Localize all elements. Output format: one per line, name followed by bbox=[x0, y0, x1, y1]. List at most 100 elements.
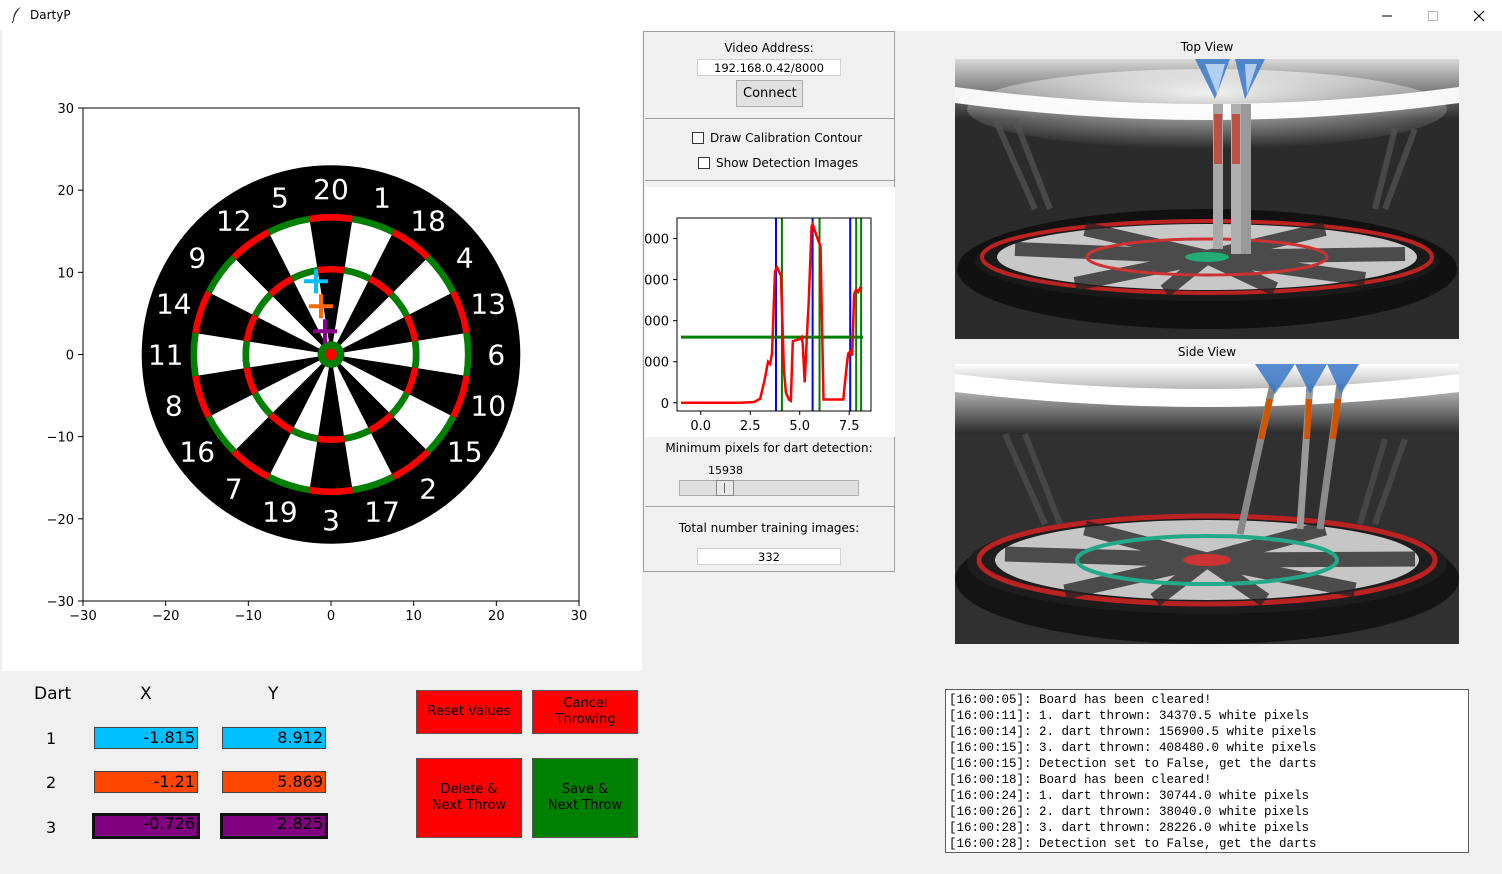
y-tick-label: 000 bbox=[645, 233, 669, 248]
y-tick-label: −10 bbox=[47, 431, 74, 446]
log-line: [16:00:11]: 1. dart thrown: 34370.5 whit… bbox=[949, 709, 1310, 723]
log-line: [16:00:05]: Board has been cleared! bbox=[949, 693, 1212, 707]
dart-3-label: 3 bbox=[46, 818, 57, 837]
x-tick-label: 0.0 bbox=[690, 419, 711, 434]
x-tick-label: 5.0 bbox=[789, 419, 810, 434]
dart-3-x-field[interactable]: -0.726 bbox=[92, 813, 200, 839]
video-address-label: Video Address: bbox=[724, 41, 814, 55]
dart-3-y-field[interactable]: 2.825 bbox=[220, 813, 328, 839]
sector-number-label: 12 bbox=[216, 205, 252, 238]
triple-ring-segment bbox=[317, 266, 345, 274]
draw-calibration-label: Draw Calibration Contour bbox=[710, 131, 863, 145]
separator bbox=[645, 180, 895, 181]
x-tick-label: 7.5 bbox=[839, 419, 860, 434]
log-line: [16:00:24]: 1. dart thrown: 30744.0 whit… bbox=[949, 789, 1310, 803]
y-tick-label: 0 bbox=[66, 349, 74, 364]
connect-button[interactable]: Connect bbox=[736, 80, 803, 107]
sector-number-label: 9 bbox=[188, 241, 206, 274]
y-tick-label: 30 bbox=[57, 102, 74, 117]
dart-2-y-field[interactable]: 5.869 bbox=[222, 771, 326, 793]
sector-number-label: 16 bbox=[179, 436, 215, 469]
top-view-title: Top View bbox=[1180, 40, 1234, 54]
sector-number-label: 15 bbox=[447, 436, 483, 469]
x-tick-label: 0 bbox=[327, 609, 335, 624]
log-line: [16:00:14]: 2. dart thrown: 156900.5 whi… bbox=[949, 725, 1317, 739]
settings-panel: Video Address: Connect Draw Calibration … bbox=[643, 31, 895, 572]
save-next-throw-button[interactable]: Save & Next Throw bbox=[532, 758, 638, 838]
sector-number-label: 10 bbox=[470, 390, 506, 423]
separator bbox=[645, 118, 895, 119]
y-tick-label: −20 bbox=[47, 513, 74, 528]
y-tick-label: 10 bbox=[57, 266, 74, 281]
log-line: [16:00:28]: Detection set to False, get … bbox=[949, 837, 1317, 851]
show-detection-checkbox[interactable] bbox=[698, 157, 710, 169]
y-tick-label: 000 bbox=[645, 356, 669, 371]
triple-ring-segment bbox=[317, 435, 345, 443]
close-button[interactable] bbox=[1456, 0, 1502, 31]
sector-number-label: 7 bbox=[225, 472, 243, 505]
sector-number-label: 20 bbox=[313, 173, 349, 206]
draw-calibration-checkbox[interactable] bbox=[692, 132, 704, 144]
separator bbox=[645, 506, 895, 507]
sector-number-label: 11 bbox=[148, 339, 184, 372]
sector-number-label: 18 bbox=[410, 205, 446, 238]
y-tick-label: −30 bbox=[47, 595, 74, 610]
training-images-count bbox=[697, 548, 841, 565]
x-tick-label: 10 bbox=[405, 609, 422, 624]
log-line: [16:00:18]: Board has been cleared! bbox=[949, 773, 1212, 787]
log-line: [16:00:15]: 3. dart thrown: 408480.0 whi… bbox=[949, 741, 1317, 755]
dart-2-label: 2 bbox=[46, 773, 57, 792]
dart-column-header: Dart bbox=[34, 684, 72, 704]
minimize-button[interactable] bbox=[1364, 0, 1410, 31]
maximize-button[interactable] bbox=[1410, 0, 1456, 31]
top-view-image bbox=[955, 59, 1459, 339]
cancel-throwing-button[interactable]: Cancel Throwing bbox=[532, 690, 638, 734]
bullseye bbox=[325, 348, 337, 361]
y-tick-label: 000 bbox=[645, 274, 669, 289]
x-tick-label: 2.5 bbox=[740, 419, 761, 434]
delete-next-throw-button[interactable]: Delete & Next Throw bbox=[416, 758, 522, 838]
side-view-image bbox=[955, 364, 1459, 644]
reset-values-button[interactable]: Reset Values bbox=[416, 690, 522, 734]
x-tick-label: −10 bbox=[235, 609, 262, 624]
x-tick-label: 30 bbox=[571, 609, 588, 624]
sector-number-label: 17 bbox=[364, 496, 400, 529]
training-images-label: Total number training images: bbox=[678, 521, 860, 535]
sector-number-label: 4 bbox=[456, 241, 474, 274]
min-pixels-slider-track[interactable] bbox=[679, 480, 859, 496]
feather-icon bbox=[11, 7, 21, 24]
dart-1-y-field[interactable]: 8.912 bbox=[222, 727, 326, 749]
x-tick-label: −30 bbox=[69, 609, 96, 624]
detection-chart-panel: 0.0 2.5 5.0 7.5 000 000 000 000 0 bbox=[644, 187, 895, 437]
window-title: DartyP bbox=[30, 8, 71, 22]
sector-number-label: 13 bbox=[470, 287, 506, 320]
video-address-input[interactable] bbox=[697, 59, 841, 76]
log-output[interactable]: [16:00:05]: Board has been cleared! [16:… bbox=[945, 689, 1469, 853]
minimize-icon bbox=[1382, 15, 1392, 16]
y-tick-label: 000 bbox=[645, 315, 669, 330]
outer-single-segment bbox=[418, 333, 465, 376]
outer-single-segment bbox=[197, 333, 244, 376]
log-line: [16:00:15]: Detection set to False, get … bbox=[949, 757, 1317, 771]
sector-number-label: 19 bbox=[262, 496, 298, 529]
side-view-title: Side View bbox=[1177, 345, 1237, 359]
y-column-header: Y bbox=[268, 684, 279, 704]
dart-2-x-field[interactable]: -1.21 bbox=[94, 771, 198, 793]
dart-1-x-field[interactable]: -1.815 bbox=[94, 727, 198, 749]
outer-single-segment bbox=[310, 220, 352, 268]
show-detection-label: Show Detection Images bbox=[716, 156, 859, 170]
x-column-header: X bbox=[140, 684, 152, 704]
pixel-count-line bbox=[680, 220, 863, 405]
log-line: [16:00:28]: 3. dart thrown: 28226.0 whit… bbox=[949, 821, 1310, 835]
maximize-icon bbox=[1428, 10, 1438, 21]
sector-number-label: 5 bbox=[271, 181, 289, 214]
title-bar: DartyP bbox=[0, 0, 1502, 31]
dartboard-plot-panel: 20 1 18 4 13 6 10 15 2 17 3 19 7 16 8 11 14 9 12 5 −30 −20 −10… bbox=[2, 31, 642, 671]
sector-number-label: 1 bbox=[373, 181, 391, 214]
min-pixels-value: 15938 bbox=[708, 464, 743, 477]
detection-pixels-chart: 0.0 2.5 5.0 7.50000000000000 bbox=[644, 217, 872, 434]
sector-number-label: 6 bbox=[487, 339, 505, 372]
y-tick-label: 0 bbox=[661, 397, 669, 412]
min-pixels-slider-handle[interactable] bbox=[716, 480, 735, 496]
outer-single-segment bbox=[310, 441, 352, 489]
